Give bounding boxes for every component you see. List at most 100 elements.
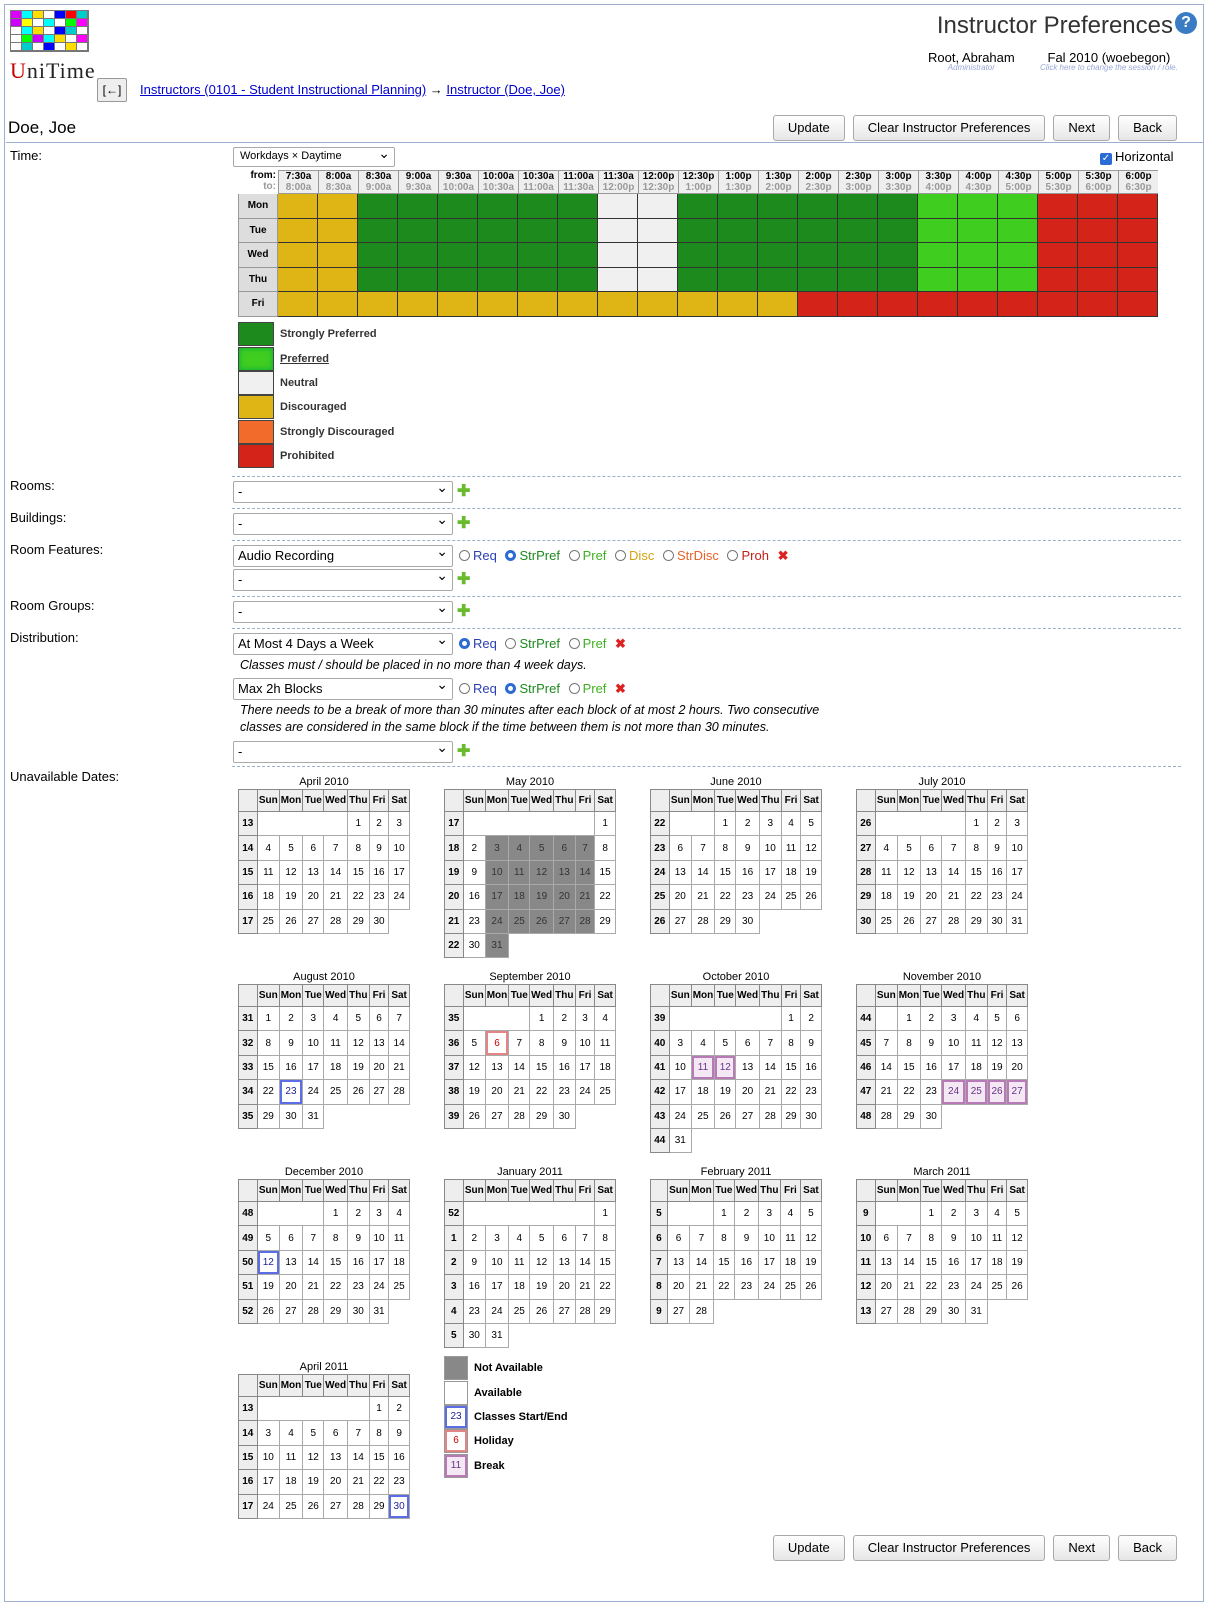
calendar-day[interactable]: 15 <box>964 859 988 886</box>
calendar-day[interactable]: 24 <box>758 884 782 910</box>
calendar-day[interactable]: 30 <box>462 1322 486 1349</box>
calendar-day[interactable]: 22 <box>368 1469 390 1495</box>
calendar-day[interactable]: 2 <box>278 1005 304 1032</box>
time-pref-cell[interactable] <box>318 243 358 268</box>
calendar-day[interactable]: 21 <box>758 1079 782 1105</box>
calendar-day[interactable]: 21 <box>346 1469 370 1495</box>
dist1-strpref-radio[interactable]: StrPref <box>505 636 560 651</box>
distribution-select-empty[interactable]: - <box>233 741 453 763</box>
calendar-day[interactable]: 23 <box>800 1079 822 1105</box>
calendar-day[interactable]: 15 <box>529 1054 554 1081</box>
calendar-day[interactable]: 17 <box>758 859 782 886</box>
time-pref-cell[interactable] <box>678 267 718 292</box>
calendar-day[interactable]: 11 <box>256 859 280 886</box>
calendar-day[interactable]: 25 <box>690 1103 716 1129</box>
calendar-day[interactable]: 13 <box>874 1249 898 1276</box>
unitime-logo[interactable]: UniTime <box>10 10 95 92</box>
calendar-day[interactable]: 21 <box>508 1079 531 1105</box>
calendar-day[interactable]: 5 <box>278 835 304 861</box>
calendar-day[interactable]: 7 <box>689 1225 714 1251</box>
time-pref-cell[interactable] <box>838 194 878 219</box>
calendar-day[interactable]: 25 <box>986 1274 1008 1300</box>
calendar-day[interactable]: 16 <box>368 859 390 886</box>
calendar-day[interactable]: 14 <box>323 859 348 886</box>
level-strdisc-radio[interactable]: StrDisc <box>662 548 719 563</box>
calendar-day[interactable]: 25 <box>323 1079 348 1105</box>
time-pref-cell[interactable] <box>878 194 918 219</box>
calendar-day[interactable]: 10 <box>484 859 510 886</box>
calendar-day[interactable]: 3 <box>758 810 782 837</box>
calendar-day[interactable]: 9 <box>735 835 760 861</box>
calendar-day[interactable]: 7 <box>508 1030 531 1056</box>
calendar-day[interactable]: 7 <box>574 835 596 861</box>
time-pref-cell[interactable] <box>398 243 438 268</box>
calendar-day[interactable]: 25 <box>508 1298 531 1324</box>
calendar-day[interactable]: 20 <box>874 1274 898 1300</box>
calendar-day[interactable]: 23 <box>346 1274 370 1300</box>
add-building-icon[interactable]: ✚ <box>457 516 470 532</box>
calendar-day[interactable]: 29 <box>920 1298 943 1324</box>
calendar-day[interactable]: 12 <box>529 1249 554 1276</box>
calendar-day[interactable]: 22 <box>594 884 616 910</box>
calendar-day[interactable]: 22 <box>714 884 737 910</box>
calendar-day[interactable]: 1 <box>368 1395 390 1422</box>
calendar-day[interactable]: 16 <box>346 1249 370 1276</box>
calendar-day[interactable]: 16 <box>735 859 760 886</box>
calendar-day[interactable]: 15 <box>256 1054 280 1081</box>
calendar-day[interactable]: 29 <box>780 1103 802 1129</box>
calendar-day[interactable]: 23 <box>368 884 390 910</box>
calendar-day[interactable]: 18 <box>256 884 280 910</box>
calendar-day[interactable]: 4 <box>690 1030 716 1056</box>
time-pref-cell[interactable] <box>558 267 598 292</box>
calendar-day[interactable]: 1 <box>529 1005 554 1032</box>
add-feature-icon[interactable]: ✚ <box>457 572 470 588</box>
update-button[interactable]: Update <box>772 115 845 141</box>
time-pref-cell[interactable] <box>398 218 438 243</box>
calendar-day[interactable]: 17 <box>256 1469 280 1495</box>
calendar-day[interactable]: 7 <box>346 1420 370 1446</box>
calendar-day[interactable]: 6 <box>302 835 325 861</box>
calendar-day[interactable]: 27 <box>920 908 943 934</box>
calendar-day[interactable]: 29 <box>594 1298 616 1324</box>
add-distribution-icon[interactable]: ✚ <box>457 744 470 760</box>
calendar-day[interactable]: 28 <box>689 1298 714 1324</box>
calendar-day[interactable]: 14 <box>758 1054 782 1081</box>
calendar-day[interactable]: 2 <box>734 1200 759 1227</box>
calendar-day[interactable]: 23 <box>986 884 1008 910</box>
calendar-day[interactable]: 30 <box>388 1493 410 1519</box>
calendar-day[interactable]: 17 <box>757 1249 781 1276</box>
calendar-day[interactable]: 8 <box>896 1030 922 1056</box>
calendar-day[interactable]: 15 <box>920 1249 943 1276</box>
time-pref-cell[interactable] <box>638 243 678 268</box>
calendar-day[interactable]: 24 <box>574 1079 596 1105</box>
calendar-day[interactable]: 20 <box>735 1079 760 1105</box>
calendar-day[interactable]: 13 <box>323 1444 348 1471</box>
time-pref-cell[interactable] <box>758 267 798 292</box>
calendar-day[interactable]: 25 <box>779 1274 801 1300</box>
time-pref-cell[interactable] <box>318 218 358 243</box>
calendar-day[interactable]: 19 <box>302 1469 325 1495</box>
calendar-day[interactable]: 26 <box>529 908 554 934</box>
time-pref-cell[interactable] <box>598 243 638 268</box>
calendar-day[interactable]: 29 <box>964 908 988 934</box>
buildings-select[interactable]: - <box>233 513 453 535</box>
calendar-day[interactable]: 18 <box>964 1054 988 1081</box>
calendar-day[interactable]: 7 <box>758 1030 782 1056</box>
calendar-day[interactable]: 8 <box>714 835 737 861</box>
calendar-day[interactable]: 6 <box>552 1225 576 1251</box>
calendar-day[interactable]: 11 <box>780 835 802 861</box>
calendar-day[interactable]: 27 <box>1006 1079 1028 1105</box>
calendar-day[interactable]: 10 <box>388 835 410 861</box>
calendar-day[interactable]: 23 <box>462 1298 486 1324</box>
time-pref-cell[interactable] <box>678 292 718 317</box>
calendar-day[interactable]: 31 <box>368 1298 390 1324</box>
calendar-day[interactable]: 13 <box>552 1249 576 1276</box>
calendar-day[interactable]: 20 <box>668 884 692 910</box>
calendar-day[interactable]: 25 <box>508 908 531 934</box>
calendar-day[interactable]: 16 <box>462 1274 486 1300</box>
calendar-day[interactable]: 5 <box>986 1005 1008 1032</box>
time-pref-cell[interactable] <box>598 292 638 317</box>
horizontal-checkbox[interactable]: ✓ Horizontal <box>1100 149 1174 165</box>
calendar-day[interactable]: 11 <box>964 1030 988 1056</box>
time-pref-cell[interactable] <box>438 218 478 243</box>
